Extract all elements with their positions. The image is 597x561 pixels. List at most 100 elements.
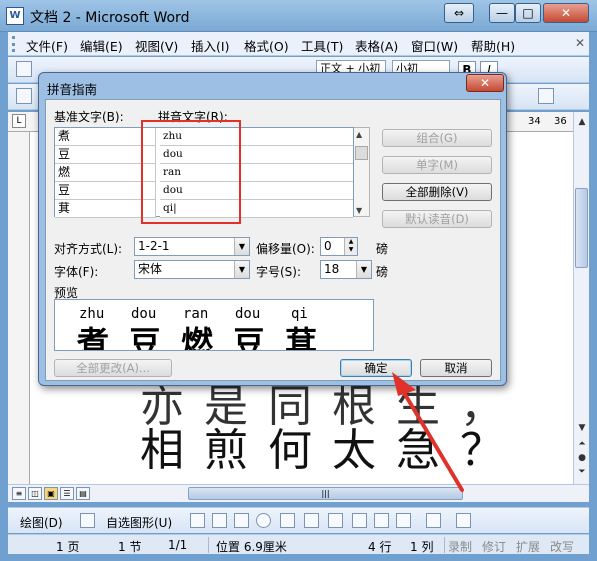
normal-view-icon[interactable]: ≡: [12, 487, 26, 500]
font-label: 字体(F):: [54, 265, 99, 279]
menu-help[interactable]: 帮助(H): [471, 36, 515, 55]
menu-file[interactable]: 文件(F): [26, 36, 68, 55]
preview-char: 燃: [181, 324, 214, 351]
picture-icon[interactable]: [396, 513, 411, 528]
rectangle-icon[interactable]: [234, 513, 249, 528]
remove-all-button[interactable]: 全部删除(V): [382, 183, 492, 201]
grid-scroll-down-icon[interactable]: ▼: [356, 206, 362, 215]
status-page: 1 页: [56, 540, 80, 554]
status-divider: [208, 537, 209, 553]
browse-object-icon[interactable]: ●: [576, 452, 588, 464]
print-layout-icon[interactable]: ▣: [44, 487, 58, 500]
menu-insert[interactable]: 插入(I): [191, 36, 229, 55]
new-document-icon[interactable]: [16, 61, 32, 77]
chevron-down-icon[interactable]: ▼: [234, 238, 249, 255]
size-value: 18: [324, 262, 340, 276]
menu-edit[interactable]: 编辑(E): [80, 36, 123, 55]
close-document-button[interactable]: ✕: [575, 36, 585, 50]
scroll-down-icon[interactable]: ▼: [576, 422, 588, 434]
menu-window[interactable]: 窗口(W): [411, 36, 458, 55]
previous-page-icon[interactable]: ⏶: [576, 438, 588, 450]
vertical-ruler: [8, 132, 30, 484]
scroll-thumb[interactable]: [575, 188, 588, 268]
title-bar: W 文档 2 - Microsoft Word ⇔ — □ ✕: [0, 0, 597, 32]
status-pages: 1/1: [168, 538, 188, 552]
status-trk[interactable]: 修订: [482, 538, 506, 555]
horizontal-scrollbar[interactable]: ≡ ◫ ▣ ☰ ▤ |||: [8, 484, 589, 502]
ok-button[interactable]: 确定: [340, 359, 412, 377]
change-all-button[interactable]: 全部更改(A)...: [54, 359, 172, 377]
window-title: 文档 2 - Microsoft Word: [30, 10, 190, 26]
fill-color-icon[interactable]: [426, 513, 441, 528]
select-objects-icon[interactable]: [80, 513, 95, 528]
status-ovr[interactable]: 改写: [550, 538, 574, 555]
alignment-label: 对齐方式(L):: [54, 242, 123, 256]
spinner-arrows-icon[interactable]: ▲ ▼: [344, 238, 357, 255]
grid-scroll-thumb[interactable]: [355, 146, 368, 160]
status-ext[interactable]: 扩展: [516, 538, 540, 555]
textbox-icon[interactable]: [280, 513, 295, 528]
preview-box: zhu dou ran dou qi 煮 豆 燃 豆 萁: [54, 299, 374, 351]
status-rec[interactable]: 录制: [448, 538, 472, 555]
ruler-tick: 36: [554, 116, 567, 127]
dialog-title: 拼音指南: [47, 82, 98, 97]
menu-view[interactable]: 视图(V): [135, 36, 178, 55]
vertical-scrollbar[interactable]: ▲ ▼ ⏶ ● ⏷: [573, 112, 589, 484]
default-reading-button[interactable]: 默认读音(D): [382, 210, 492, 228]
offset-value: 0: [324, 239, 332, 253]
menu-table[interactable]: 表格(A): [355, 36, 398, 55]
minimize-button[interactable]: —: [489, 3, 515, 23]
word-app-icon[interactable]: W: [6, 7, 24, 25]
draw-menu-button[interactable]: 绘图(D): [20, 514, 63, 531]
preview-char: 豆: [129, 324, 162, 351]
menu-bar: 文件(F) 编辑(E) 视图(V) 插入(I) 格式(O) 工具(T) 表格(A…: [8, 32, 589, 56]
status-position: 位置 6.9厘米: [216, 540, 287, 554]
hscroll-thumb[interactable]: |||: [188, 487, 463, 500]
next-page-icon[interactable]: ⏷: [576, 466, 588, 478]
status-line: 4 行: [368, 540, 392, 554]
web-layout-icon[interactable]: ◫: [28, 487, 42, 500]
scroll-up-icon[interactable]: ▲: [576, 116, 588, 128]
reading-layout-icon[interactable]: ▤: [76, 487, 90, 500]
menu-tools[interactable]: 工具(T): [301, 36, 343, 55]
offset-label: 偏移量(O):: [256, 242, 315, 256]
oval-icon[interactable]: [256, 513, 271, 528]
outline-view-icon[interactable]: ☰: [60, 487, 74, 500]
size-select[interactable]: 18 ▼: [320, 260, 372, 279]
grid-scroll-up-icon[interactable]: ▲: [356, 130, 362, 139]
chevron-down-icon[interactable]: ▼: [234, 261, 249, 278]
dialog-close-button[interactable]: ✕: [466, 74, 504, 92]
group-button[interactable]: 组合(G): [382, 129, 492, 147]
size-unit: 磅: [376, 265, 389, 279]
base-text-label: 基准文字(B):: [54, 110, 124, 124]
size-label: 字号(S):: [256, 265, 302, 279]
line-icon[interactable]: [190, 513, 205, 528]
preview-char: 萁: [285, 324, 318, 351]
research-icon[interactable]: [538, 88, 554, 104]
grid-scrollbar[interactable]: ▲ ▼: [354, 127, 370, 217]
mono-button[interactable]: 单字(M): [382, 156, 492, 174]
dialog-body: 基准文字(B): 拼音文字(R): 煮 zhu 豆 dou 燃 ran 豆 do…: [45, 99, 501, 381]
autoshapes-button[interactable]: 自选图形(U): [106, 514, 172, 531]
alignment-select[interactable]: 1-2-1 ▼: [134, 237, 250, 256]
phonetic-guide-dialog: 拼音指南 ✕ 基准文字(B): 拼音文字(R): 煮 zhu 豆 dou 燃 r…: [38, 72, 507, 386]
arrow-icon[interactable]: [212, 513, 227, 528]
status-bar: 1 页 1 节 1/1 位置 6.9厘米 4 行 1 列 录制 修订 扩展 改写: [8, 534, 589, 554]
status-section: 1 节: [118, 540, 142, 554]
menu-format[interactable]: 格式(O): [244, 36, 289, 55]
clipart-icon[interactable]: [374, 513, 389, 528]
maximize-button[interactable]: □: [515, 3, 541, 23]
vertical-textbox-icon[interactable]: [304, 513, 319, 528]
line-color-icon[interactable]: [456, 513, 471, 528]
highlight-box: [141, 120, 241, 224]
restore-button[interactable]: ⇔: [444, 3, 474, 23]
chevron-down-icon[interactable]: ▼: [356, 261, 371, 278]
diagram-icon[interactable]: [352, 513, 367, 528]
font-select[interactable]: 宋体 ▼: [134, 260, 250, 279]
tab-selector-icon[interactable]: L: [12, 114, 26, 128]
offset-spinner[interactable]: 0 ▲ ▼: [320, 237, 358, 256]
cancel-button[interactable]: 取消: [420, 359, 492, 377]
wordart-icon[interactable]: [328, 513, 343, 528]
close-button[interactable]: ✕: [543, 3, 589, 23]
paste-icon[interactable]: [16, 88, 32, 104]
